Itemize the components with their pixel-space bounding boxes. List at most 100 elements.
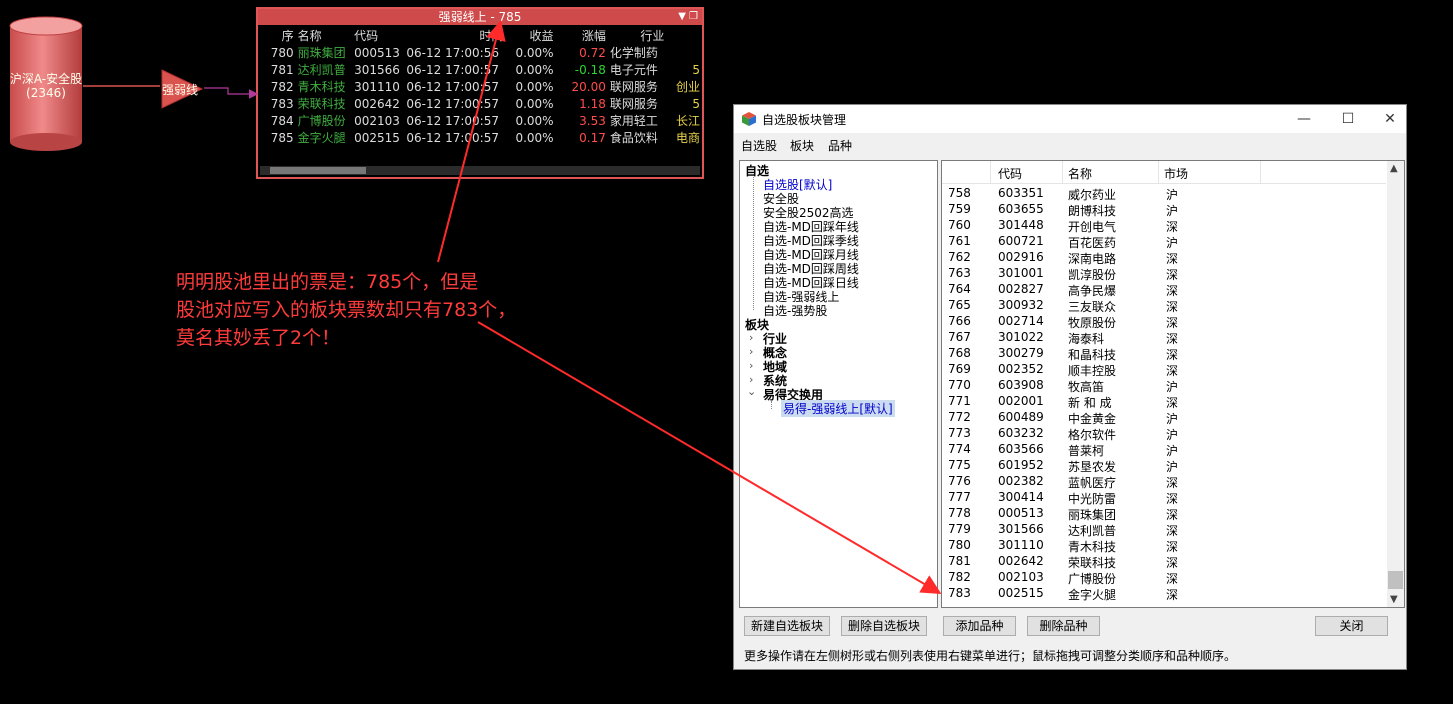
menu-stock[interactable]: 品种 bbox=[828, 137, 852, 154]
dialog-titlebar[interactable]: 自选股板块管理 — ☐ ✕ bbox=[734, 105, 1406, 133]
list-row[interactable]: 779 301566 达利凯普深 bbox=[942, 521, 1386, 538]
stock-list[interactable]: 代码 名称 市场 758 603351 威尔药业沪 759 603655 朗博科技沪 760… bbox=[941, 160, 1405, 608]
close-icon[interactable]: ✕ bbox=[1380, 109, 1400, 129]
row-index: 771 bbox=[948, 394, 971, 408]
col-header[interactable]: 名称 bbox=[296, 27, 352, 44]
list-row[interactable]: 775 601952 苏垦农发沪 bbox=[942, 457, 1386, 474]
pool-row[interactable]: 781 达利凯普 301566 06-12 17:00:57 0.00% -0.18 电子元… bbox=[258, 61, 702, 78]
pool-titlebar[interactable]: 强弱线上 - 785 ▼ ❐ bbox=[258, 9, 702, 25]
maximize-icon[interactable]: ☐ bbox=[1338, 109, 1358, 129]
pool-table: 序 名称 代码 时间 收益 涨幅 行业 780 丽珠集团 000513 06-12 1… bbox=[258, 27, 702, 146]
pool-row[interactable]: 783 荣联科技 002642 06-12 17:00:57 0.00% 1.18 联网服务… bbox=[258, 95, 702, 112]
block-tree[interactable]: 自选 自选股[默认] 安全股 安全股2502高选 自选-MD回踩年线 自选-MD… bbox=[739, 160, 938, 608]
list-row[interactable]: 769 002352 顺丰控股深 bbox=[942, 361, 1386, 378]
row-code: 002001 bbox=[998, 394, 1044, 408]
scroll-thumb[interactable] bbox=[1388, 571, 1403, 589]
list-row[interactable]: 773 603232 格尔软件沪 bbox=[942, 425, 1386, 442]
scroll-thumb[interactable] bbox=[270, 167, 366, 174]
col-header[interactable]: 时间 bbox=[404, 27, 505, 44]
scroll-down-icon[interactable]: ▼ bbox=[1390, 594, 1398, 605]
list-row[interactable]: 764 002827 高争民爆深 bbox=[942, 281, 1386, 298]
row-industry: 联网服务 bbox=[609, 80, 658, 94]
list-row[interactable]: 770 603908 牧高笛沪 bbox=[942, 377, 1386, 394]
row-index: 773 bbox=[948, 426, 971, 440]
row-index: 772 bbox=[948, 410, 971, 424]
row-index: 776 bbox=[948, 474, 971, 488]
list-row[interactable]: 759 603655 朗博科技沪 bbox=[942, 201, 1386, 218]
row-name: 青木科技 bbox=[297, 80, 346, 94]
list-row[interactable]: 760 301448 开创电气深 bbox=[942, 217, 1386, 234]
list-row[interactable]: 776 002382 蓝帆医疗深 bbox=[942, 473, 1386, 490]
list-row[interactable]: 778 000513 丽珠集团深 bbox=[942, 505, 1386, 522]
chevron-right-icon[interactable]: › bbox=[749, 359, 753, 372]
minimize-icon[interactable]: — bbox=[1294, 109, 1314, 129]
menu-block[interactable]: 板块 bbox=[790, 137, 814, 154]
list-row[interactable]: 762 002916 深南电路深 bbox=[942, 249, 1386, 266]
list-row[interactable]: 765 300932 三友联众深 bbox=[942, 297, 1386, 314]
row-code: 301022 bbox=[998, 330, 1044, 344]
stock-pool-window[interactable]: 强弱线上 - 785 ▼ ❐ 序 名称 代码 时间 收益 涨幅 行业 780 丽珠… bbox=[256, 7, 704, 179]
row-code: 002515 bbox=[354, 130, 400, 145]
row-index: 761 bbox=[948, 234, 971, 248]
list-row[interactable]: 763 301001 凯淳股份深 bbox=[942, 265, 1386, 282]
pool-row[interactable]: 782 青木科技 301110 06-12 17:00:57 0.00% 20.00 联网服… bbox=[258, 78, 702, 95]
row-time: 06-12 17:00:57 bbox=[406, 62, 499, 77]
list-row[interactable]: 768 300279 和晶科技深 bbox=[942, 345, 1386, 362]
row-code: 002714 bbox=[998, 314, 1044, 328]
list-row[interactable]: 774 603566 普莱柯沪 bbox=[942, 441, 1386, 458]
row-change: -0.18 bbox=[574, 62, 606, 77]
pool-row[interactable]: 780 丽珠集团 000513 06-12 17:00:56 0.00% 0.72 化学制药 bbox=[258, 44, 702, 61]
tree-guide bbox=[771, 401, 772, 409]
row-code: 301110 bbox=[998, 538, 1044, 552]
row-change: 0.17 bbox=[579, 130, 606, 145]
list-header-code[interactable]: 代码 bbox=[998, 165, 1022, 182]
pool-row[interactable]: 784 广博股份 002103 06-12 17:00:57 0.00% 3.53 家用轻工… bbox=[258, 112, 702, 129]
col-header[interactable]: 序 bbox=[258, 27, 296, 44]
row-industry: 化学制药 bbox=[609, 46, 658, 60]
vertical-scrollbar[interactable]: ▲ ▼ bbox=[1387, 161, 1404, 607]
row-return: 0.00% bbox=[515, 79, 554, 94]
row-index: 766 bbox=[948, 314, 971, 328]
list-row[interactable]: 767 301022 海泰科深 bbox=[942, 329, 1386, 346]
list-row[interactable]: 771 002001 新 和 成深 bbox=[942, 393, 1386, 410]
delete-block-button[interactable]: 删除自选板块 bbox=[841, 616, 927, 636]
col-header[interactable]: 涨幅 bbox=[556, 27, 608, 44]
row-index: 763 bbox=[948, 266, 971, 280]
delete-stock-button[interactable]: 删除品种 bbox=[1027, 616, 1100, 636]
row-seq: 783 bbox=[270, 96, 294, 111]
dropdown-icon[interactable]: ▼ bbox=[678, 9, 686, 25]
menu-watchlist[interactable]: 自选股 bbox=[741, 137, 777, 154]
list-row[interactable]: 766 002714 牧原股份深 bbox=[942, 313, 1386, 330]
list-header-market[interactable]: 市场 bbox=[1164, 165, 1188, 182]
close-button[interactable]: 关闭 bbox=[1315, 616, 1388, 636]
list-header-name[interactable]: 名称 bbox=[1068, 165, 1092, 182]
chevron-down-icon[interactable]: ⌄ bbox=[747, 385, 756, 398]
list-row[interactable]: 777 300414 中光防雷深 bbox=[942, 489, 1386, 506]
add-stock-button[interactable]: 添加品种 bbox=[943, 616, 1016, 636]
list-row[interactable]: 782 002103 广博股份深 bbox=[942, 569, 1386, 586]
chevron-right-icon[interactable]: › bbox=[749, 331, 753, 344]
list-row[interactable]: 780 301110 青木科技深 bbox=[942, 537, 1386, 554]
list-row[interactable]: 781 002642 荣联科技深 bbox=[942, 553, 1386, 570]
chevron-right-icon[interactable]: › bbox=[749, 345, 753, 358]
row-extra: 5 bbox=[692, 62, 700, 77]
row-index: 780 bbox=[948, 538, 971, 552]
watchlist-manager-dialog[interactable]: 自选股板块管理 — ☐ ✕ 自选股 板块 品种 自选 自选股[默认] 安全股 安… bbox=[733, 104, 1407, 670]
col-header[interactable]: 行业 bbox=[608, 27, 667, 44]
restore-icon[interactable]: ❐ bbox=[689, 9, 698, 25]
list-row[interactable]: 758 603351 威尔药业沪 bbox=[942, 185, 1386, 202]
list-row[interactable]: 772 600489 中金黄金沪 bbox=[942, 409, 1386, 426]
col-header[interactable]: 收益 bbox=[505, 27, 555, 44]
horizontal-scrollbar[interactable] bbox=[260, 166, 700, 175]
col-header[interactable]: 代码 bbox=[352, 27, 404, 44]
row-market: 深 bbox=[1166, 588, 1179, 602]
scroll-up-icon[interactable]: ▲ bbox=[1390, 163, 1398, 174]
tree-leaf-selected[interactable]: 易得-强弱线上[默认] bbox=[781, 400, 895, 417]
row-code: 301001 bbox=[998, 266, 1044, 280]
row-code: 301566 bbox=[998, 522, 1044, 536]
list-row[interactable]: 783 002515 金字火腿 深 bbox=[942, 585, 1386, 602]
tree-item[interactable]: 自选-强势股 bbox=[763, 302, 827, 319]
list-row[interactable]: 761 600721 百花医药沪 bbox=[942, 233, 1386, 250]
pool-row[interactable]: 785 金字火腿 002515 06-12 17:00:57 0.00% 0.17 食品饮料… bbox=[258, 129, 702, 146]
new-block-button[interactable]: 新建自选板块 bbox=[744, 616, 830, 636]
